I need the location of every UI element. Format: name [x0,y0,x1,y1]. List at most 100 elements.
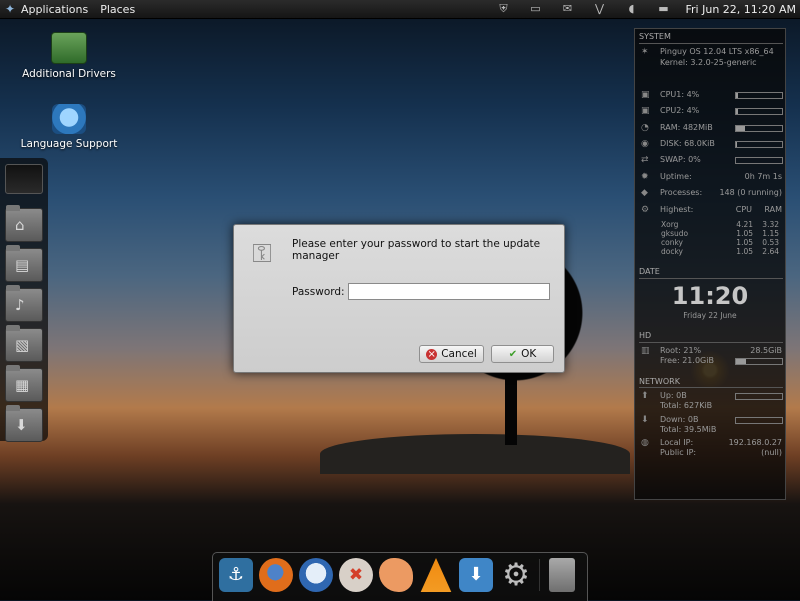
ok-button[interactable]: ✔ OK [491,345,554,363]
firefox-icon[interactable] [259,558,293,592]
os-row: ✶ Pinguy OS 12.04 LTS x86_64 [639,47,782,58]
upload-label: Up: 0B [660,391,687,400]
section-divider [639,278,783,279]
local-ip-value: 192.168.0.27 [729,438,782,447]
desktop-icon-label: Language Support [14,138,124,150]
uptime-row: ✹ Uptime: 0h 7m 1s [639,172,782,183]
processes-row: ◆ Processes: 148 (0 running) [639,188,782,199]
free-row: Free: 21.0GiB [639,356,782,367]
cpu1-bar [735,92,783,99]
root-size: 28.5GiB [750,346,782,355]
highest-cpu-header: CPU [736,205,752,214]
ok-label: OK [521,348,536,360]
process-cpu: 1.05 [723,238,753,247]
ram-label: RAM: 482MiB [660,123,713,132]
downloads-folder-icon[interactable]: ⬇ [5,408,43,442]
desktop-icon-language-support[interactable]: Language Support [14,104,124,150]
clock-time: 11:20 [635,282,785,310]
anchor-icon[interactable]: ⚓ [219,558,253,592]
clock[interactable]: Fri Jun 22, 11:20 AM [686,3,797,16]
bottom-dock: ⚓ ✖ ⬇ ⚙ [212,552,588,601]
section-divider [639,387,783,388]
swap-bar [735,157,783,164]
ram-bar [735,125,783,132]
monitor-icon[interactable]: ▬ [657,3,671,15]
network-icon[interactable]: ⋁ [593,3,607,15]
ram-row: ◔ RAM: 482MiB [639,123,782,134]
download-total: Total: 39.5MiB [660,425,716,434]
mail-icon[interactable]: ✉ [561,3,575,15]
volume-icon[interactable]: ◖ [625,3,639,15]
thunderbird-icon[interactable] [299,558,333,592]
section-divider [639,342,783,343]
vlc-icon[interactable] [419,558,453,592]
swap-icon: ⇄ [641,155,651,165]
process-name: Xorg [661,220,723,229]
free-label: Free: 21.0GiB [660,356,714,365]
process-row: gksudo1.051.15 [661,229,779,238]
memory-icon: ◔ [641,123,651,133]
password-input[interactable] [348,283,550,300]
download-label: Down: 0B [660,415,698,424]
dock-separator [539,559,540,591]
driver-icon [51,32,87,64]
download-bar [735,417,783,424]
disk-icon: ◉ [641,139,651,149]
peanut-icon[interactable] [379,558,413,592]
os-name: Pinguy OS 12.04 LTS x86_64 [660,47,774,56]
videos-folder-icon[interactable]: ▦ [5,368,43,402]
app-menu-logo-icon[interactable]: ✦ [5,3,17,15]
cpu2-row: ▣ CPU2: 4% [639,106,782,117]
dialog-message: Please enter your password to start the … [292,238,564,262]
applications-menu[interactable]: Applications [21,3,88,16]
tree-trunk [505,370,517,445]
shield-icon[interactable]: ⛨ [497,3,511,15]
places-menu[interactable]: Places [100,3,135,16]
highest-label: Highest: [660,205,693,214]
keys-icon: ⚿ [248,237,276,271]
download-total-row: Total: 39.5MiB [639,425,782,436]
hard-disk-icon: ▥ [641,346,651,356]
hills-silhouette [320,434,630,474]
disk-row: ◉ DISK: 68.0KiB [639,139,782,150]
uptime-value: 0h 7m 1s [745,172,782,181]
system-monitor-panel: SYSTEM ✶ Pinguy OS 12.04 LTS x86_64 Kern… [634,28,786,500]
disk-bar [735,141,783,148]
upload-total-row: Total: 627KiB [639,401,782,412]
network-section-title: NETWORK [639,377,680,386]
process-ram: 1.15 [753,229,779,238]
globe-icon: ◍ [641,438,651,448]
cpu2-label: CPU2: 4% [660,106,699,115]
date-section-title: DATE [639,267,660,276]
upload-total: Total: 627KiB [660,401,712,410]
section-divider [639,43,783,44]
download-icon[interactable]: ⬇ [459,558,493,592]
desktop-icon-additional-drivers[interactable]: Additional Drivers [14,32,124,80]
kernel-version: Kernel: 3.2.0-25-generic [660,58,757,67]
hd-section-title: HD [639,331,651,340]
check-icon: ✔ [509,349,517,360]
public-ip-value: (null) [761,448,782,457]
settings-gear-icon[interactable]: ⚙ [499,558,533,592]
upload-bar [735,393,783,400]
process-cpu: 4.21 [723,220,753,229]
window-icon[interactable]: ▭ [529,3,543,15]
process-cpu: 1.05 [723,247,753,256]
trash-icon[interactable] [549,558,575,592]
pictures-folder-icon[interactable]: ▧ [5,328,43,362]
clock-date: Friday 22 June [635,311,785,320]
globe-icon [52,104,86,134]
process-cpu: 1.05 [723,229,753,238]
music-folder-icon[interactable]: ♪ [5,288,43,322]
processes-label: Processes: [660,188,702,197]
cpu1-fill [736,93,738,98]
home-folder-icon[interactable]: ⌂ [5,208,43,242]
cancel-button[interactable]: × Cancel [419,345,484,363]
documents-folder-icon[interactable]: ▤ [5,248,43,282]
password-dialog: ⚿ Please enter your password to start th… [233,224,565,373]
system-tray: ⛨ ▭ ✉ ⋁ ◖ ▬ Fri Jun 22, 11:20 AM [488,0,800,18]
cpu2-bar [735,108,783,115]
process-ram: 2.64 [753,247,779,256]
chat-icon[interactable]: ✖ [339,558,373,592]
monitor-icon[interactable] [5,164,43,194]
